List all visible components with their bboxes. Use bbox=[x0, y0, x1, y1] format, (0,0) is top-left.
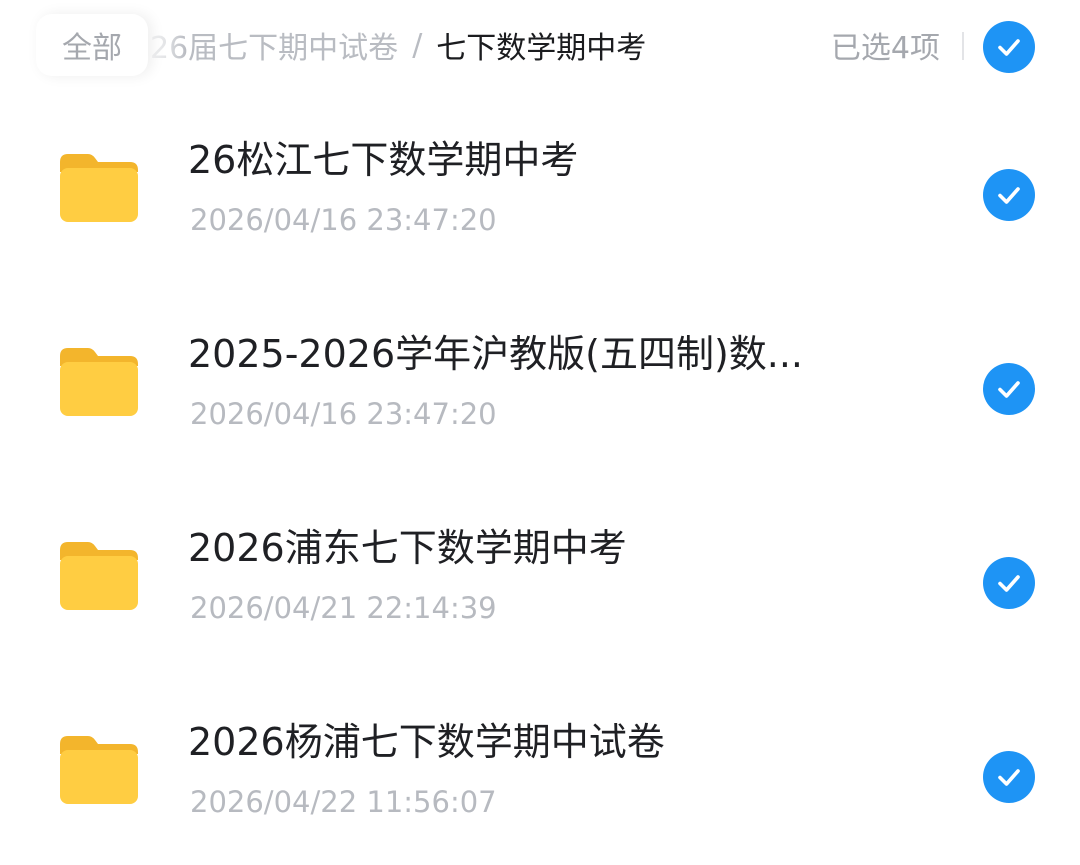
list-item[interactable]: 26松江七下数学期中考 2026/04/16 23:47:20 bbox=[0, 92, 1080, 286]
folder-icon bbox=[58, 152, 140, 224]
file-list: 26松江七下数学期中考 2026/04/16 23:47:20 2025-202… bbox=[0, 92, 1080, 865]
breadcrumb-all-button[interactable]: 全部 bbox=[36, 14, 148, 76]
item-checkbox[interactable] bbox=[983, 363, 1035, 415]
breadcrumb-separator: / bbox=[412, 27, 423, 63]
selected-count: 已选4项 bbox=[830, 31, 940, 66]
checkmark-icon bbox=[998, 39, 1020, 56]
divider bbox=[962, 32, 964, 60]
list-item[interactable]: 2026浦东七下数学期中考 2026/04/21 22:14:39 bbox=[0, 480, 1080, 674]
file-name: 2026浦东七下数学期中考 bbox=[188, 526, 627, 570]
list-item[interactable]: 2025-2026学年沪教版(五四制)数... 2026/04/16 23:47… bbox=[0, 286, 1080, 480]
file-date: 2026/04/16 23:47:20 bbox=[190, 397, 497, 431]
checkmark-icon bbox=[998, 769, 1020, 786]
breadcrumb-bar: 26届七下期中试卷 / 七下数学期中考 全部 已选4项 bbox=[0, 0, 1080, 92]
breadcrumb-parent[interactable]: 26届七下期中试卷 bbox=[150, 23, 398, 67]
file-date: 2026/04/22 11:56:07 bbox=[190, 785, 497, 819]
file-name: 2025-2026学年沪教版(五四制)数... bbox=[188, 332, 804, 376]
file-picker-screen: 26届七下期中试卷 / 七下数学期中考 全部 已选4项 26松江七下数学期中考 … bbox=[0, 0, 1080, 865]
checkmark-icon bbox=[998, 187, 1020, 204]
folder-icon bbox=[58, 540, 140, 612]
item-checkbox[interactable] bbox=[983, 169, 1035, 221]
file-name: 2026杨浦七下数学期中试卷 bbox=[188, 720, 665, 764]
item-checkbox[interactable] bbox=[983, 557, 1035, 609]
list-item[interactable]: 2026杨浦七下数学期中试卷 2026/04/22 11:56:07 bbox=[0, 674, 1080, 865]
item-checkbox[interactable] bbox=[983, 751, 1035, 803]
checkmark-icon bbox=[998, 381, 1020, 398]
file-date: 2026/04/16 23:47:20 bbox=[190, 203, 497, 237]
breadcrumb: 26届七下期中试卷 / 七下数学期中考 bbox=[150, 18, 646, 72]
file-name: 26松江七下数学期中考 bbox=[188, 138, 579, 182]
folder-icon bbox=[58, 346, 140, 418]
breadcrumb-current: 七下数学期中考 bbox=[436, 31, 647, 66]
file-date: 2026/04/21 22:14:39 bbox=[190, 591, 497, 625]
folder-icon bbox=[58, 734, 140, 806]
select-all-checkbox[interactable] bbox=[983, 21, 1035, 73]
checkmark-icon bbox=[998, 575, 1020, 592]
